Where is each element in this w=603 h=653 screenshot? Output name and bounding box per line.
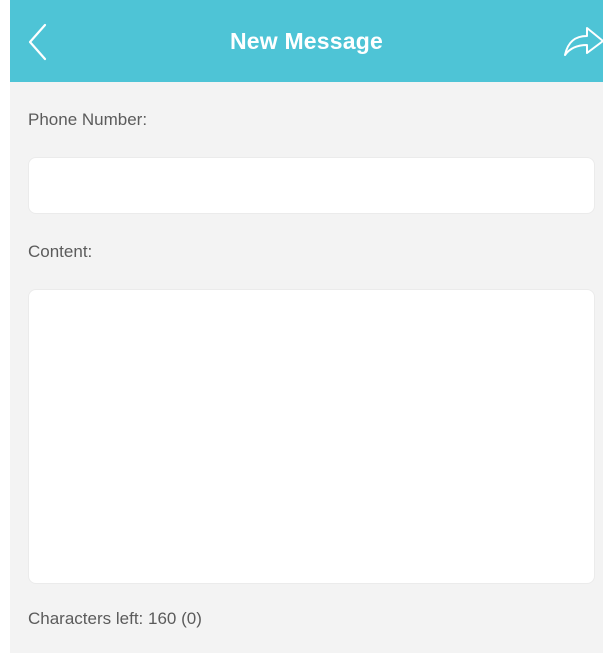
content-field-container — [28, 289, 595, 584]
content-label: Content: — [28, 242, 93, 261]
characters-left-counter: Characters left: 160 (0) — [28, 609, 202, 628]
new-message-screen: New Message Phone Number: Content: Chara… — [10, 0, 603, 653]
phone-number-label: Phone Number: — [28, 110, 148, 129]
phone-number-field-container — [28, 157, 595, 214]
app-header: New Message — [10, 0, 603, 82]
content-textarea[interactable] — [29, 290, 594, 583]
phone-number-input[interactable] — [29, 158, 594, 213]
back-button[interactable] — [24, 22, 54, 62]
send-button[interactable] — [561, 22, 603, 62]
chevron-left-icon — [28, 23, 47, 61]
send-arrow-icon — [564, 27, 603, 56]
page-title: New Message — [229, 27, 384, 54]
